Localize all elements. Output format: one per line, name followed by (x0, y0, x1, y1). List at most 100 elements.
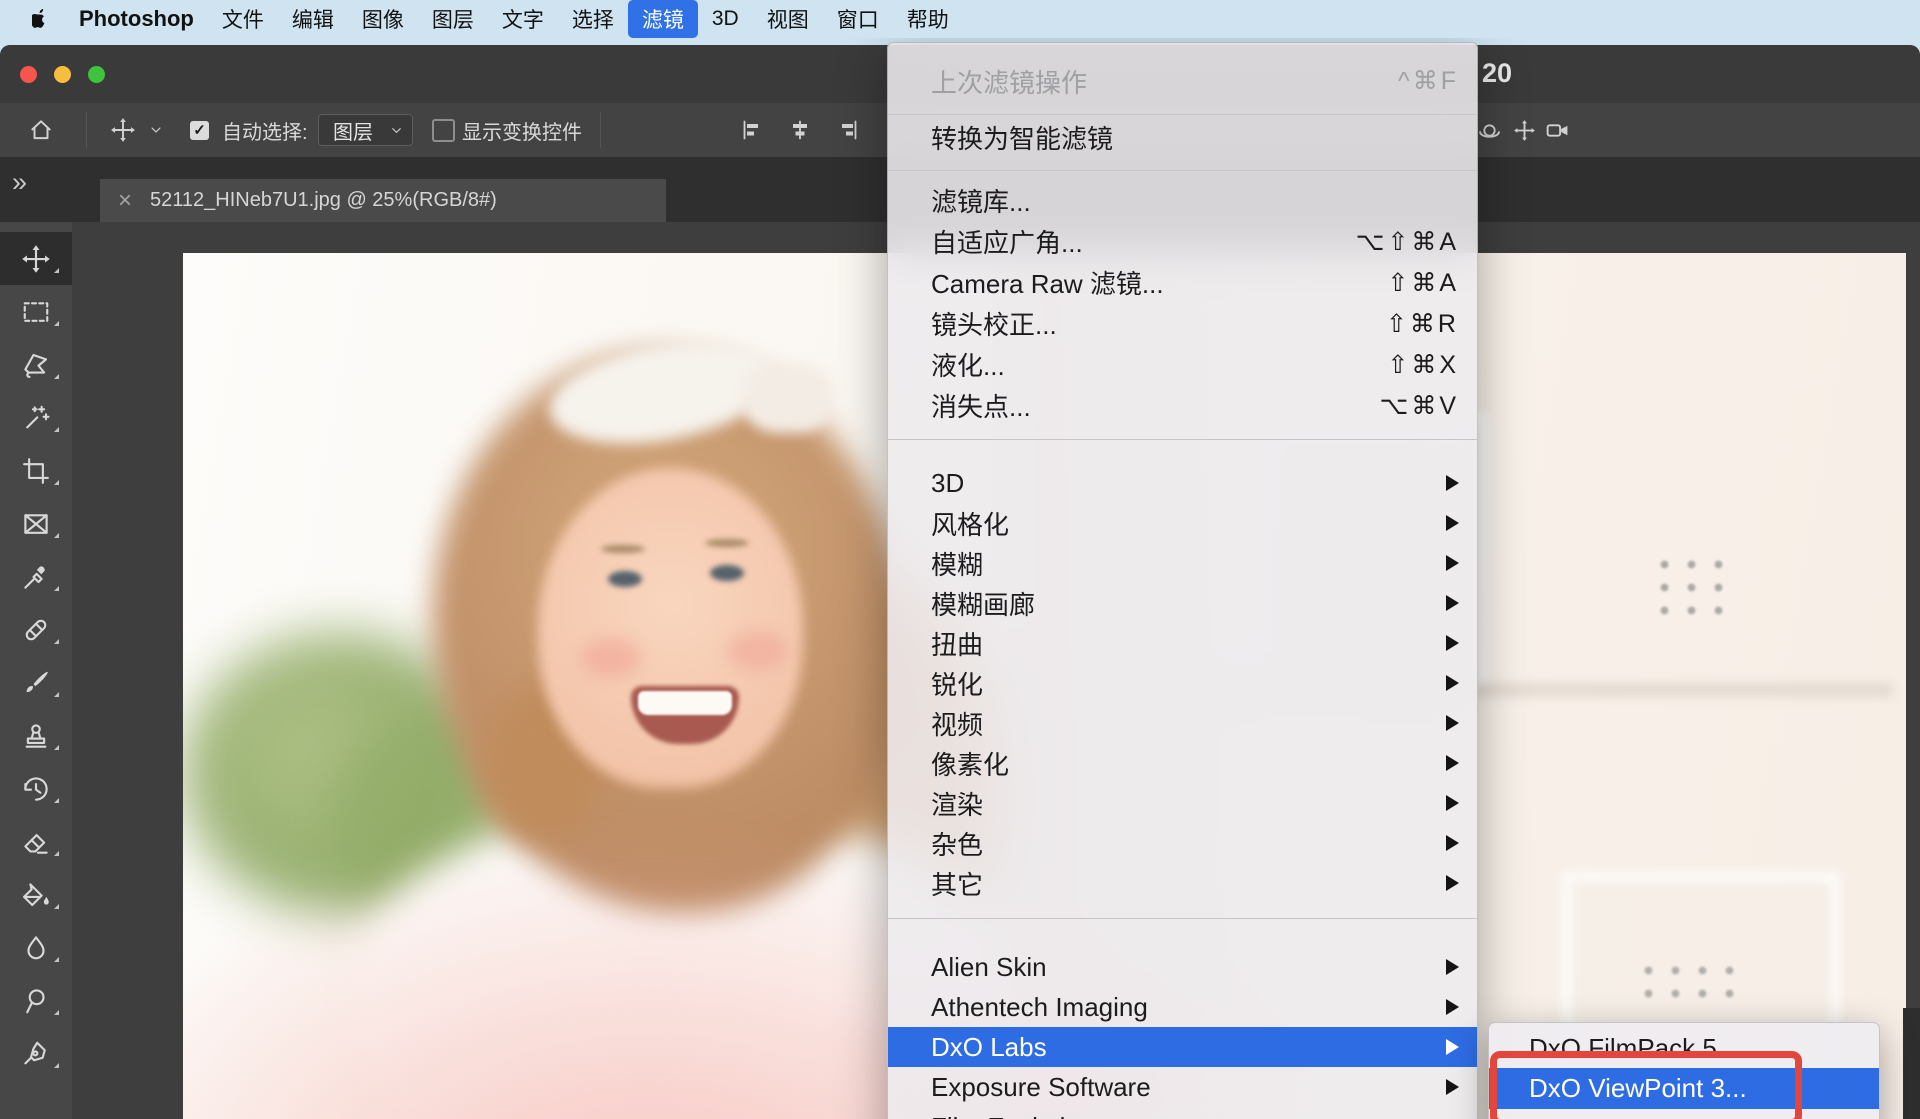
paint-bucket-tool[interactable] (0, 868, 72, 921)
menubar-item-文件[interactable]: 文件 (208, 0, 278, 38)
menu-item-label: Film Evolution (931, 1112, 1094, 1119)
filter-menu-item[interactable]: 视频 (888, 703, 1477, 743)
orbit-3d-button[interactable] (1477, 103, 1502, 157)
filter-menu-item[interactable]: 杂色 (888, 823, 1477, 863)
filter-menu-item[interactable]: 风格化 (888, 503, 1477, 543)
filter-menu-item[interactable]: 滤镜库... (888, 180, 1477, 221)
collapse-panels-icon[interactable]: » (12, 167, 27, 198)
filter-menu-item[interactable]: 镜头校正... ⇧⌘R (888, 303, 1477, 344)
menu-separator (888, 170, 1477, 171)
menu-item-label: 滤镜库... (931, 187, 1031, 217)
pen-tool[interactable] (0, 1027, 72, 1080)
brush-tool-icon (26, 671, 48, 692)
filter-menu-item[interactable]: Alien Skin (888, 947, 1477, 987)
filter-menu-item[interactable]: Athentech Imaging (888, 987, 1477, 1027)
move-tool-preset[interactable] (110, 103, 136, 157)
history-brush-tool[interactable] (0, 762, 72, 815)
filter-menu-item[interactable]: 渲染 (888, 783, 1477, 823)
submenu-arrow-icon (1446, 875, 1459, 891)
filter-menu-item[interactable]: Exposure Software (888, 1067, 1477, 1107)
submenu-arrow-icon (1446, 1039, 1459, 1055)
magic-wand-tool[interactable] (0, 391, 72, 444)
auto-select-checkbox[interactable]: ✓ (190, 103, 209, 157)
menubar-item-窗口[interactable]: 窗口 (823, 0, 893, 38)
menu-separator (888, 114, 1477, 115)
filter-menu-item[interactable]: 消失点... ⌥⌘V (888, 385, 1477, 426)
menubar-item-滤镜[interactable]: 滤镜 (627, 0, 698, 38)
tools-panel (0, 222, 73, 1119)
minimize-window-button[interactable] (54, 66, 71, 83)
menubar-item-图像[interactable]: 图像 (348, 0, 418, 38)
submenu-arrow-icon (1446, 1079, 1459, 1095)
align-left-button[interactable] (740, 103, 764, 157)
lasso-tool-icon (24, 353, 48, 378)
move-tool[interactable] (0, 232, 72, 285)
menu-item-label: 3D (931, 467, 965, 498)
zoom-window-button[interactable] (88, 66, 105, 83)
eyedropper-tool[interactable] (0, 550, 72, 603)
frame-tool[interactable] (0, 497, 72, 550)
menubar-item-视图[interactable]: 视图 (753, 0, 823, 38)
align-center-button[interactable] (788, 103, 812, 157)
dodge-tool[interactable] (0, 974, 72, 1027)
filter-menu-item[interactable]: 其它 (888, 863, 1477, 903)
filter-menu-item[interactable]: Film Evolution (888, 1107, 1477, 1119)
close-tab-icon[interactable]: × (118, 188, 132, 213)
menu-item-label: 消失点... (931, 392, 1031, 422)
spot-healing-tool[interactable] (0, 603, 72, 656)
dropdown-value: 图层 (333, 121, 373, 144)
crop-tool[interactable] (0, 444, 72, 497)
filter-menu-item[interactable]: 模糊 (888, 543, 1477, 583)
tool-preset-chevron[interactable] (148, 103, 164, 157)
menu-item-label: 杂色 (931, 829, 984, 860)
filter-menu-item[interactable]: 3D (888, 463, 1477, 503)
checkbox-checked-icon: ✓ (190, 120, 209, 140)
menu-separator (888, 918, 1477, 919)
blur-tool-icon (27, 935, 45, 959)
clone-stamp-tool[interactable] (0, 709, 72, 762)
filter-menu-item[interactable]: 像素化 (888, 743, 1477, 783)
home-icon (31, 120, 51, 140)
magic-wand-tool-icon (26, 405, 50, 428)
pan-3d-button[interactable] (1512, 103, 1537, 157)
filter-menu-item[interactable]: 锐化 (888, 663, 1477, 703)
marquee-tool[interactable] (0, 285, 72, 338)
menubar-item-3D[interactable]: 3D (698, 3, 753, 35)
menu-item-label: 风格化 (931, 509, 1010, 540)
brush-tool[interactable] (0, 656, 72, 709)
blur-tool[interactable] (0, 921, 72, 974)
filter-menu-item[interactable]: Camera Raw 滤镜... ⇧⌘A (888, 262, 1477, 303)
apple-icon[interactable] (32, 8, 51, 30)
menubar-item-帮助[interactable]: 帮助 (893, 0, 963, 38)
show-transform-label: 显示变换控件 (462, 121, 582, 144)
camera-3d-button[interactable] (1545, 103, 1570, 157)
filter-menu-item[interactable]: 转换为智能滤镜 (888, 117, 1477, 157)
document-tab[interactable]: × 52112_HINeb7U1.jpg @ 25%(RGB/8#) (100, 179, 666, 222)
menubar-item-文字[interactable]: 文字 (488, 0, 558, 38)
lasso-tool[interactable] (0, 338, 72, 391)
menubar-item-图层[interactable]: 图层 (418, 0, 488, 38)
filter-menu-item[interactable]: 扭曲 (888, 623, 1477, 663)
home-button[interactable] (28, 103, 54, 157)
align-center-icon (793, 120, 807, 140)
filter-menu-item[interactable]: 模糊画廊 (888, 583, 1477, 623)
menu-item-label: 其它 (931, 869, 984, 900)
menubar-item-选择[interactable]: 选择 (558, 0, 628, 38)
show-transform-checkbox[interactable] (432, 103, 455, 157)
align-right-button[interactable] (836, 103, 860, 157)
submenu-arrow-icon (1446, 755, 1459, 771)
filter-menu-item[interactable]: DxO Labs (888, 1027, 1477, 1067)
menu-item-label: 液化... (931, 351, 1005, 381)
auto-select-target-dropdown[interactable]: 图层 (318, 103, 413, 157)
move-tool-icon (22, 244, 50, 273)
chevron-down-icon (151, 127, 161, 133)
eraser-tool[interactable] (0, 815, 72, 868)
filter-menu-item[interactable]: 液化... ⇧⌘X (888, 344, 1477, 385)
checkbox-unchecked-icon (432, 118, 455, 142)
menubar-item-编辑[interactable]: 编辑 (278, 0, 348, 38)
menubar-item-Photoshop[interactable]: Photoshop (65, 2, 208, 36)
close-window-button[interactable] (20, 66, 37, 83)
menu-item-label: 自适应广角... (931, 228, 1083, 258)
menu-item-label: 模糊画廊 (931, 589, 1036, 620)
filter-menu-item[interactable]: 自适应广角... ⌥⇧⌘A (888, 221, 1477, 262)
